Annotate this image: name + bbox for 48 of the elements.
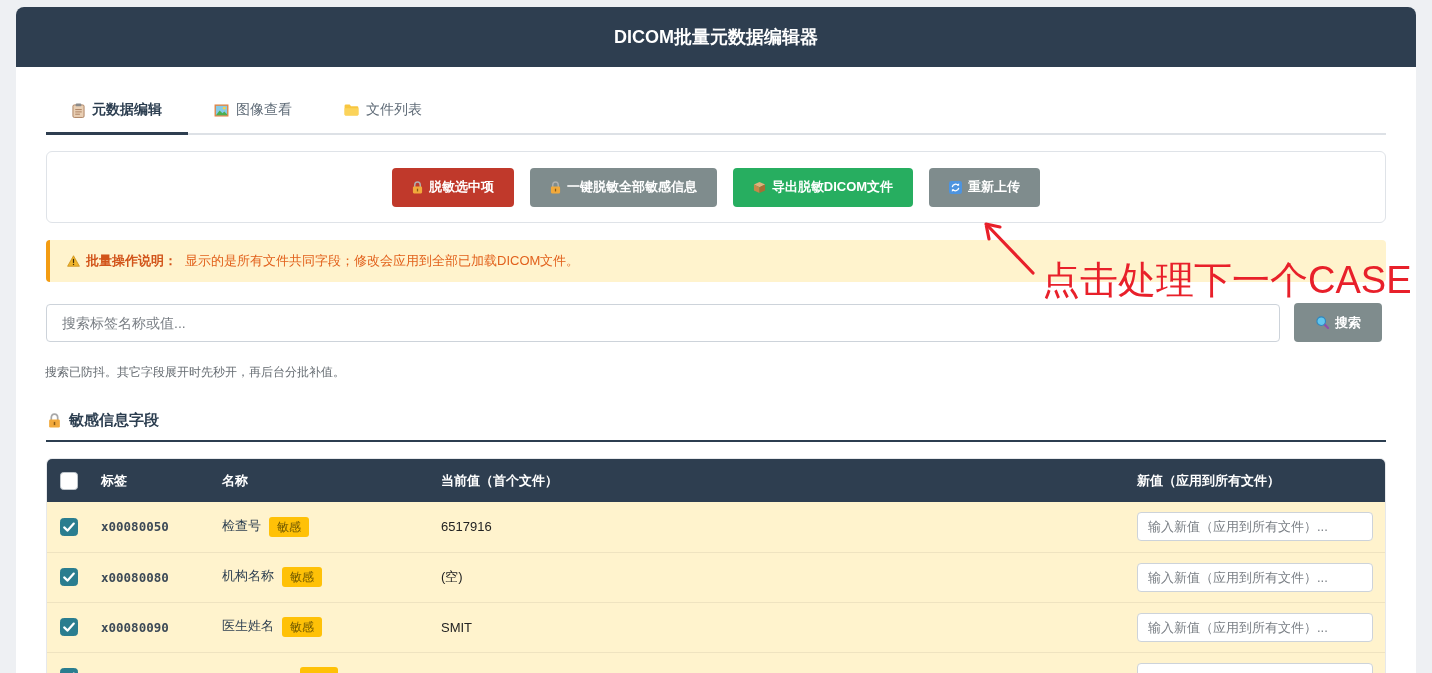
lock-icon [48,413,61,428]
value-text: 6517916 [441,519,492,535]
column-header: 名称 [210,459,429,502]
clipboard-icon [72,102,85,118]
tag-text: x00080080 [101,569,169,585]
search-field[interactable]: 搜索标签名称或值... [46,303,1280,342]
folder-icon [344,104,359,116]
action-button[interactable]: 一键脱敏全部敏感信息 [529,167,717,207]
column-header: 当前值（首个文件） [429,459,1125,502]
column-header: 标签 [89,459,210,502]
search-button[interactable]: 搜索 [1294,303,1382,342]
refresh-icon [949,180,963,194]
annotation-text: 点击处理下一个CASE [1042,259,1412,301]
checkbox[interactable] [60,471,78,490]
checkbox[interactable] [60,618,78,636]
column-header: 新值（应用到所有文件） [1125,459,1385,502]
sensitive-badge: 敏感 [282,617,322,637]
tab[interactable]: 元数据编辑 [46,88,188,135]
section-title: 敏感信息字段 [69,411,159,430]
sensitive-badge: 敏感 [269,516,309,537]
hint-text: 搜索已防抖。其它字段展开时先秒开，再后台分批补值。 [45,365,345,379]
tag-text: x00080090 [101,619,169,635]
notice-label: 批量操作说明： [86,252,177,270]
value-text: SMIT [441,619,473,635]
checkbox[interactable] [60,517,78,536]
package-icon [752,180,766,194]
search-icon [1315,316,1329,329]
sensitive-badge: 敏感 [282,567,322,587]
app-title: DICOM批量元数据编辑器 [614,26,818,49]
field-name: 机构名称 [222,568,274,584]
new-value-field[interactable]: 输入新值（应用到所有文件）... [1137,562,1373,592]
action-button[interactable]: 重新上传 [929,167,1041,207]
new-value-field[interactable]: 输入新值（应用到所有文件）... [1137,512,1373,542]
field-name: 医生姓名 [222,618,274,634]
notice-text: 显示的是所有文件共同字段；修改会应用到全部已加载DICOM文件。 [185,252,580,270]
tag-text: x00080050 [101,519,169,535]
lock-icon [549,180,561,194]
warning-icon [67,255,80,267]
action-button[interactable]: 脱敏选中项 [391,167,514,207]
tab[interactable]: 图像查看 [188,88,318,135]
checkbox[interactable] [60,568,78,586]
value-text: (空) [441,569,463,584]
lock-icon [411,180,423,194]
field-name: 检查号 [222,518,261,534]
picture-icon [214,103,229,117]
tab[interactable]: 文件列表 [318,88,448,135]
new-value-field[interactable]: 输入新值（应用到所有文件）... [1137,612,1373,642]
action-button[interactable]: 导出脱敏DICOM文件 [732,167,914,207]
